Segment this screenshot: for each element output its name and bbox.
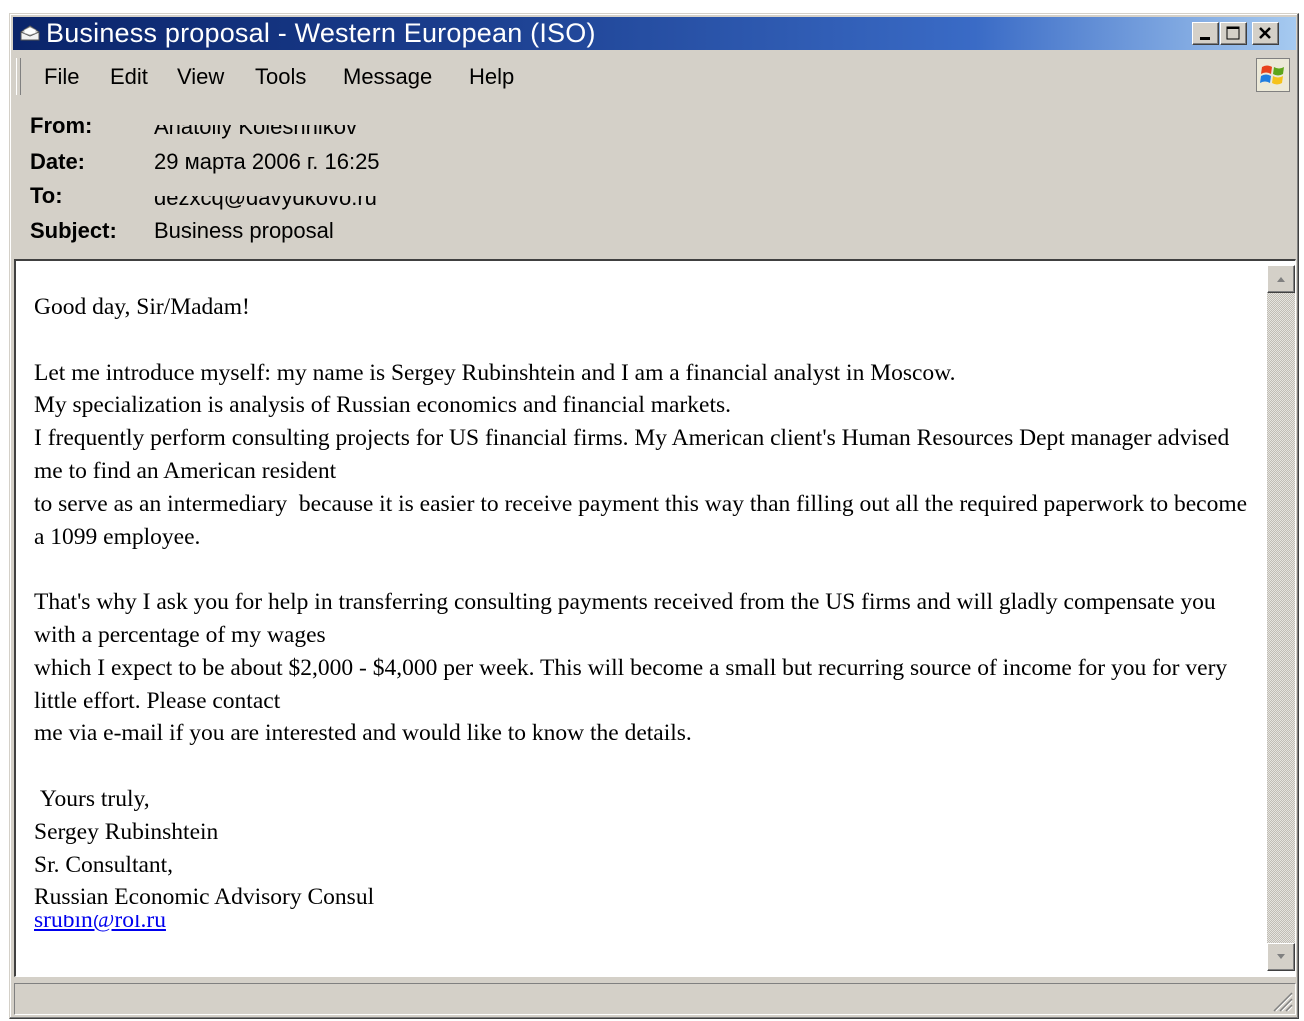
email-link[interactable]: srubin@rol.ru [34, 915, 166, 933]
maximize-button[interactable] [1220, 22, 1247, 45]
from-label: From: [30, 113, 93, 138]
subject-label: Subject: [30, 218, 117, 243]
close-icon [1259, 27, 1271, 39]
window-title: Business proposal - Western European (IS… [46, 18, 596, 48]
email-link-text: srubin@rol.ru [34, 915, 166, 933]
email-window: Business proposal - Western European (IS… [9, 13, 1299, 1019]
arrow-up-icon [1277, 277, 1285, 282]
scroll-up-button[interactable] [1267, 265, 1295, 293]
menu-view[interactable]: View [177, 64, 224, 90]
menu-bar: File Edit View Tools Message Help [13, 53, 1296, 99]
menu-tools[interactable]: Tools [255, 64, 306, 90]
from-row: From: Anatoliy Koleshnikov [30, 113, 1230, 143]
to-row: To: dezxcq@davydkovo.ru [30, 183, 1230, 213]
message-body-pane[interactable]: Good day, Sir/Madam! Let me introduce my… [14, 259, 1296, 977]
subject-row: Subject: Business proposal [30, 218, 1230, 248]
message-headers: From: Anatoliy Koleshnikov Date: 29 март… [30, 113, 1230, 253]
from-value[interactable]: Anatoliy Koleshnikov [154, 125, 357, 139]
title-bar[interactable]: Business proposal - Western European (IS… [13, 17, 1296, 50]
scroll-down-button[interactable] [1267, 943, 1295, 971]
resize-grip-icon[interactable] [1271, 990, 1293, 1012]
menu-message[interactable]: Message [343, 64, 432, 90]
to-value-text: dezxcq@davydkovo.ru [154, 196, 377, 210]
menu-help[interactable]: Help [469, 64, 514, 90]
date-value: 29 марта 2006 г. 16:25 [154, 149, 380, 174]
windows-logo-icon [1256, 58, 1290, 92]
subject-value: Business proposal [154, 218, 334, 243]
minimize-icon [1200, 37, 1210, 40]
menu-edit[interactable]: Edit [110, 64, 148, 90]
arrow-down-icon [1277, 954, 1285, 959]
to-value[interactable]: dezxcq@davydkovo.ru [154, 196, 377, 210]
close-button[interactable] [1252, 22, 1279, 45]
date-label: Date: [30, 149, 86, 174]
toolbar-grip[interactable] [16, 58, 21, 95]
date-row: Date: 29 марта 2006 г. 16:25 [30, 149, 1230, 179]
minimize-button[interactable] [1192, 22, 1219, 45]
vertical-scrollbar[interactable] [1267, 265, 1295, 971]
maximize-icon [1226, 26, 1240, 40]
status-bar [14, 983, 1296, 1015]
menu-file[interactable]: File [44, 64, 79, 90]
to-label: To: [30, 183, 63, 208]
from-value-text: Anatoliy Koleshnikov [154, 125, 358, 139]
message-body-text: Good day, Sir/Madam! Let me introduce my… [34, 294, 1248, 911]
outlook-express-envelope-icon [19, 23, 41, 43]
